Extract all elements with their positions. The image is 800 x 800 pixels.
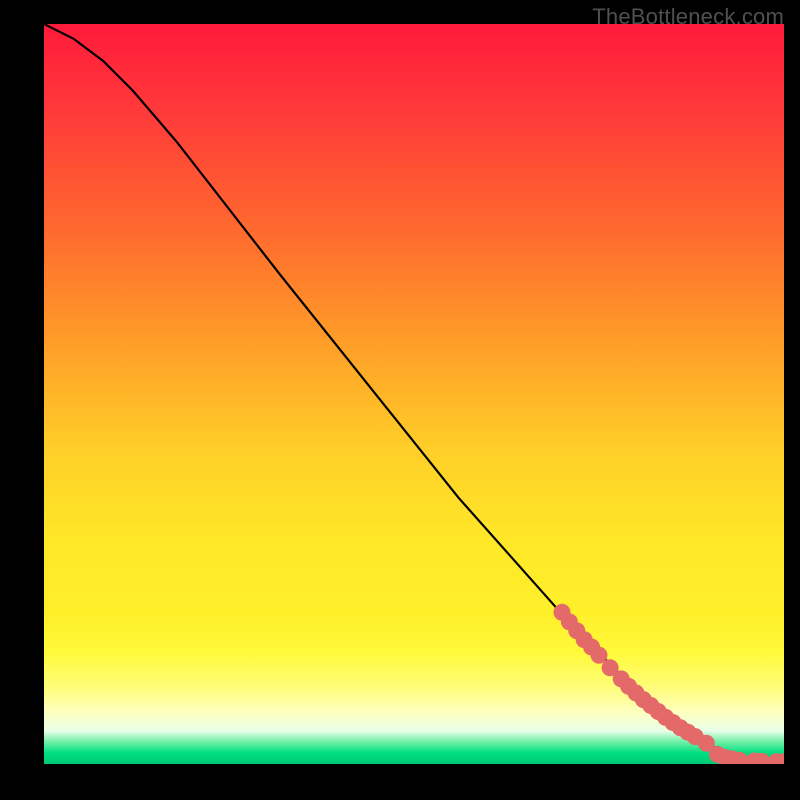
chart-frame: TheBottleneck.com bbox=[0, 0, 800, 800]
plot-area bbox=[44, 24, 784, 764]
curve-layer bbox=[44, 24, 784, 764]
bottleneck-curve bbox=[44, 24, 784, 762]
curve-markers bbox=[554, 604, 785, 764]
